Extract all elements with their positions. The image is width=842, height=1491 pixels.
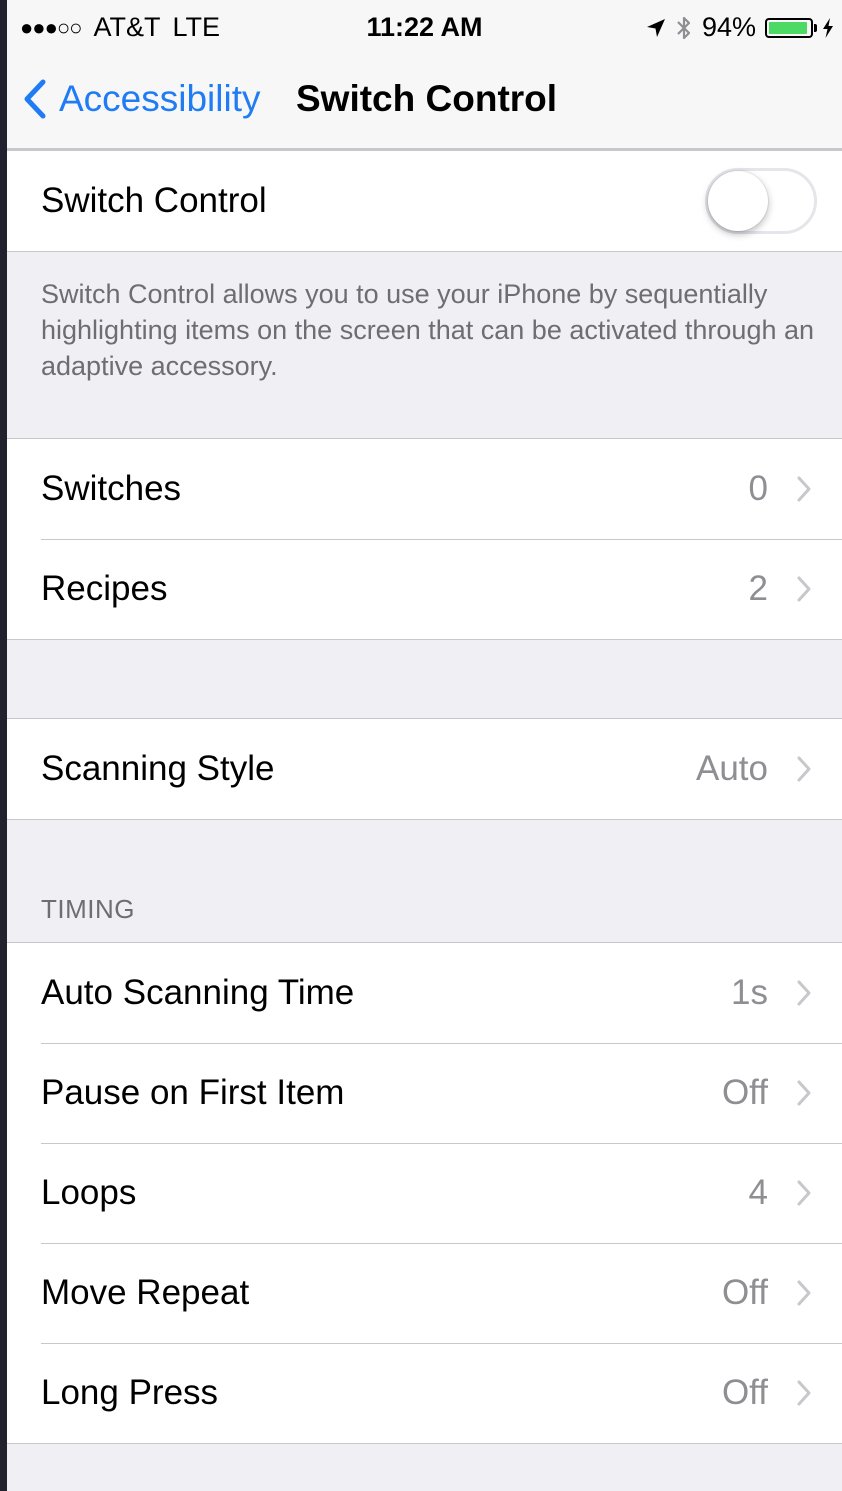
switch-control-description: Switch Control allows you to use your iP… [41, 279, 815, 381]
row-label: Long Press [41, 1373, 219, 1412]
charging-bolt-icon [823, 17, 833, 38]
top-bar: ●●●○○ AT&T LTE 11:22 AM 94% Accessibilit… [7, 0, 842, 150]
switch-control-label: Switch Control [41, 181, 267, 220]
row-value: Auto [696, 749, 768, 788]
status-right: 94% [646, 12, 834, 43]
location-arrow-icon [646, 18, 665, 37]
list-item-auto-scanning-time[interactable]: Auto Scanning Time 1s [7, 943, 842, 1043]
list-item-move-repeat[interactable]: Move Repeat Off [7, 1243, 842, 1343]
status-bar: ●●●○○ AT&T LTE 11:22 AM 94% [7, 0, 842, 56]
chevron-right-icon [797, 1180, 811, 1206]
row-label: Switches [41, 469, 182, 508]
list-item-loops[interactable]: Loops 4 [7, 1143, 842, 1243]
row-value: Off [721, 1073, 768, 1112]
list-item-scanning-style[interactable]: Scanning Style Auto [7, 719, 842, 819]
back-button-label: Accessibility [59, 78, 261, 119]
chevron-left-icon [24, 79, 46, 119]
chevron-right-icon [797, 1280, 811, 1306]
switches-group: Switches 0 Recipes 2 [7, 438, 842, 640]
row-value: Off [721, 1373, 768, 1412]
chevron-right-icon [797, 1080, 811, 1106]
switch-control-group: Switch Control [7, 150, 842, 252]
chevron-right-icon [797, 1380, 811, 1406]
row-label: Pause on First Item [41, 1073, 345, 1112]
row-value: 0 [748, 469, 768, 508]
list-item-recipes[interactable]: Recipes 2 [7, 539, 842, 639]
row-label: Scanning Style [41, 749, 275, 788]
chevron-right-icon [797, 476, 811, 502]
list-item-switches[interactable]: Switches 0 [7, 439, 842, 539]
battery-percent: 94% [701, 12, 756, 42]
chevron-right-icon [797, 756, 811, 782]
row-label: Loops [41, 1173, 137, 1212]
row-label: Move Repeat [41, 1273, 250, 1312]
page-title: Switch Control [296, 78, 558, 119]
timing-group: Auto Scanning Time 1s Pause on First Ite… [7, 942, 842, 1444]
row-label: Recipes [41, 569, 168, 608]
row-value: 4 [748, 1173, 768, 1212]
scanning-style-group: Scanning Style Auto [7, 718, 842, 820]
list-item-long-press[interactable]: Long Press Off [7, 1343, 842, 1443]
battery-level-fill [769, 21, 807, 34]
back-button[interactable]: Accessibility [23, 74, 261, 124]
list-item-pause-on-first-item[interactable]: Pause on First Item Off [7, 1043, 842, 1143]
chevron-right-icon [797, 576, 811, 602]
toggle-knob [708, 171, 768, 231]
switch-control-toggle[interactable] [705, 168, 817, 234]
chevron-right-icon [797, 980, 811, 1006]
switch-control-row: Switch Control [7, 151, 842, 251]
settings-screen: ●●●○○ AT&T LTE 11:22 AM 94% Accessibilit… [7, 0, 842, 1491]
row-label: Auto Scanning Time [41, 973, 355, 1012]
row-value: 2 [748, 569, 768, 608]
section-header-timing: TIMING [41, 894, 135, 924]
bluetooth-icon [677, 16, 691, 39]
battery-icon [765, 17, 817, 38]
navigation-bar: Accessibility Switch Control [7, 56, 842, 148]
row-value: 1s [731, 973, 768, 1012]
row-value: Off [721, 1273, 768, 1312]
